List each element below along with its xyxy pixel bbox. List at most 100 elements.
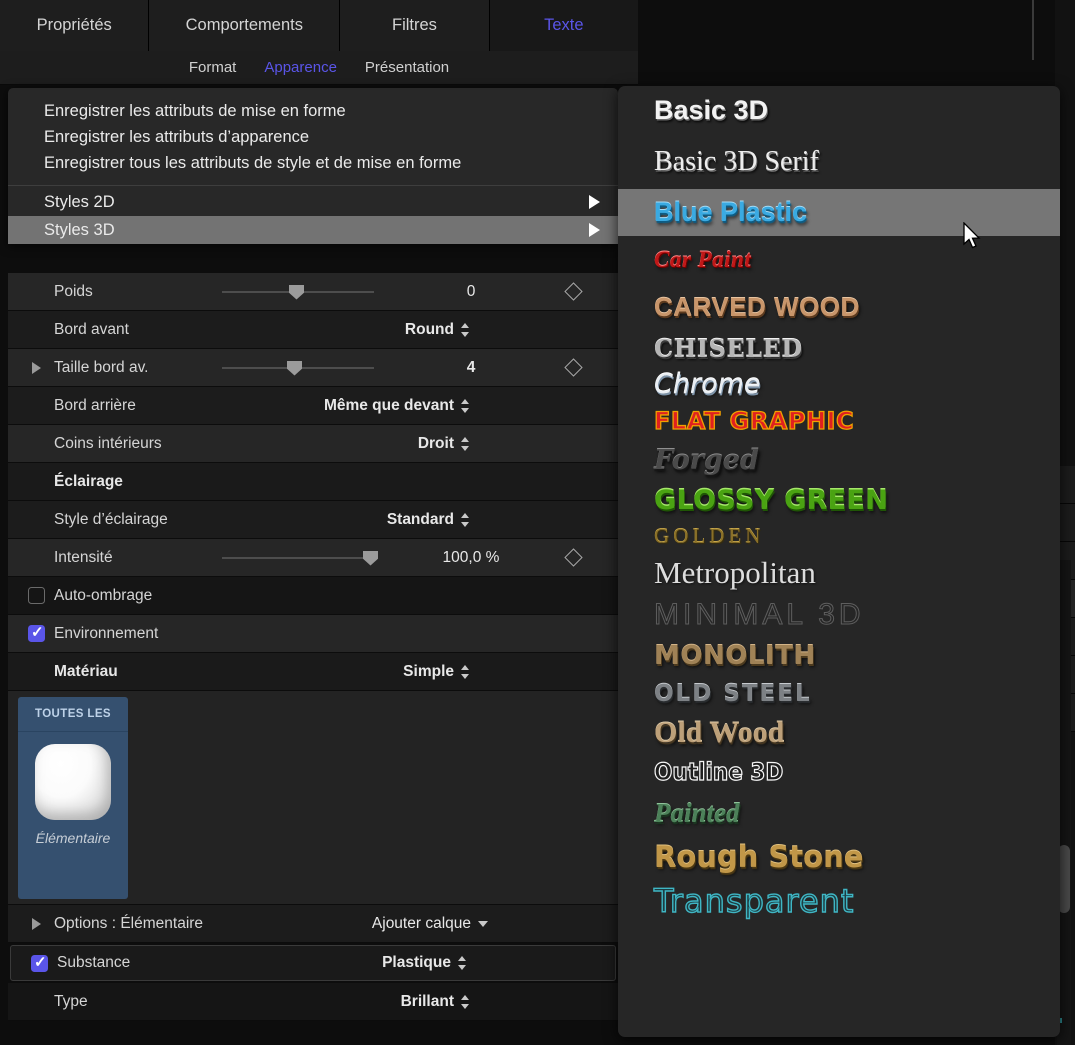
ajouter-calque-label: Ajouter calque	[371, 914, 471, 932]
row-auto-ombrage[interactable]: Auto-ombrage	[8, 577, 618, 615]
row-poids[interactable]: Poids 0	[8, 273, 618, 311]
style-list-item[interactable]: Basic 3D	[618, 86, 1060, 134]
style-list-item[interactable]: Rough Stone	[618, 837, 1060, 877]
style-list-item-label: MONOLITH	[654, 641, 816, 671]
style-list-item[interactable]: Outline 3D	[618, 754, 1060, 790]
row-taille-bord-avant-value[interactable]: 4	[406, 359, 536, 377]
intensite-slider-thumb[interactable]	[363, 550, 378, 566]
type-popup[interactable]: Brillant	[401, 993, 470, 1011]
menu-item-save-format-attributes[interactable]: Enregistrer les attributs de mise en for…	[8, 98, 618, 124]
style-list-item[interactable]: Car Paint	[618, 236, 1060, 284]
style-list-item[interactable]: Transparent	[618, 877, 1060, 925]
substance-popup[interactable]: Plastique	[382, 954, 467, 972]
row-intensite[interactable]: Intensité 100,0 %	[8, 539, 618, 577]
keyframe-diamond-icon[interactable]	[564, 548, 583, 567]
style-list-item[interactable]: CARVED WOOD	[618, 284, 1060, 330]
style-list-item-label: Basic 3D Serif	[654, 145, 819, 177]
keyframe-diamond-icon[interactable]	[564, 282, 583, 301]
menu-item-save-appearance-attributes[interactable]: Enregistrer les attributs d’apparence	[8, 124, 618, 150]
style-list-item-label: Forged	[654, 444, 759, 476]
row-poids-value[interactable]: 0	[406, 283, 536, 301]
row-bord-arriere-popup[interactable]: Même que devant	[324, 397, 470, 415]
ajouter-calque-popup[interactable]: Ajouter calque	[372, 915, 488, 933]
style-list-item[interactable]: Painted	[618, 790, 1060, 837]
subtab-presentation[interactable]: Présentation	[365, 59, 449, 76]
style-list-item-label: Basic 3D	[654, 94, 769, 125]
stepper-arrows-icon	[461, 994, 470, 1010]
auto-ombrage-checkbox[interactable]	[28, 587, 45, 604]
row-intensite-value[interactable]: 100,0 %	[406, 549, 536, 567]
materiau-popup[interactable]: Simple	[403, 663, 470, 681]
row-bord-avant[interactable]: Bord avant Round	[8, 311, 618, 349]
row-environnement[interactable]: Environnement	[8, 615, 618, 653]
style-list-item[interactable]: Chrome	[618, 367, 1060, 402]
style-list-item[interactable]: Forged	[618, 440, 1060, 480]
menu-item-styles-3d-label: Styles 3D	[44, 220, 115, 239]
taille-bord-slider[interactable]	[222, 360, 374, 376]
style-list-item[interactable]: FLAT GRAPHIC	[618, 402, 1060, 440]
intensite-slider[interactable]	[222, 550, 378, 566]
tab-proprietes[interactable]: Propriétés	[0, 0, 150, 51]
style-list-item-label: Outline 3D	[653, 757, 784, 786]
menu-separator	[8, 185, 618, 186]
environnement-checkbox[interactable]	[28, 623, 45, 642]
row-style-eclairage-label: Style d’éclairage	[54, 510, 168, 528]
menu-item-styles-2d[interactable]: Styles 2D	[8, 188, 618, 216]
row-substance[interactable]: Substance Plastique	[10, 945, 616, 981]
tab-comportements[interactable]: Comportements	[149, 0, 341, 51]
section-header-materiau[interactable]: Matériau Simple	[8, 653, 618, 691]
row-type[interactable]: Type Brillant	[8, 983, 618, 1021]
style-list-item[interactable]: MINIMAL 3D	[618, 594, 1060, 636]
row-auto-ombrage-label: Auto-ombrage	[54, 586, 153, 604]
row-coins-interieurs-label: Coins intérieurs	[54, 434, 162, 452]
disclosure-triangle-icon[interactable]	[32, 917, 41, 930]
material-category-column[interactable]: TOUTES LES Élémentaire	[18, 697, 128, 899]
tab-filtres[interactable]: Filtres	[340, 0, 490, 51]
style-list-item[interactable]: Basic 3D Serif	[618, 134, 1060, 189]
type-value: Brillant	[400, 992, 454, 1010]
material-category-header: TOUTES LES	[18, 697, 128, 732]
row-bord-arriere-value: Même que devant	[323, 396, 454, 414]
row-coins-interieurs-popup[interactable]: Droit	[418, 435, 470, 453]
stepper-arrows-icon	[461, 398, 470, 414]
poids-slider[interactable]	[222, 284, 374, 300]
tab-texte[interactable]: Texte	[489, 0, 638, 51]
styles-3d-submenu-list: Basic 3D Basic 3D Serif Blue Plastic Car Pa…	[618, 86, 1060, 1037]
style-list-item[interactable]: GOLDEN	[618, 520, 1060, 552]
main-tab-bar: Propriétés Comportements Filtres Texte	[0, 0, 638, 51]
style-list-item-label: Metropolitan	[654, 555, 816, 590]
row-taille-bord-avant-label: Taille bord av.	[54, 358, 149, 376]
style-list-item[interactable]: Blue Plastic	[618, 189, 1060, 236]
subtab-format[interactable]: Format	[189, 59, 237, 76]
stepper-arrows-icon	[458, 955, 467, 971]
menu-item-save-all-attributes[interactable]: Enregistrer tous les attributs de style …	[8, 150, 618, 176]
material-swatch-elementaire[interactable]	[35, 744, 111, 820]
style-list-item[interactable]: OLD STEEL	[618, 676, 1060, 712]
substance-checkbox[interactable]	[31, 953, 48, 972]
style-list-item[interactable]: MONOLITH	[618, 636, 1060, 676]
row-taille-bord-avant[interactable]: Taille bord av. 4	[8, 349, 618, 387]
row-bord-arriere[interactable]: Bord arrière Même que devant	[8, 387, 618, 425]
row-coins-interieurs[interactable]: Coins intérieurs Droit	[8, 425, 618, 463]
disclosure-triangle-icon[interactable]	[32, 361, 41, 374]
row-bord-avant-popup[interactable]: Round	[405, 321, 470, 339]
substance-value: Plastique	[382, 954, 451, 971]
row-style-eclairage-popup[interactable]: Standard	[387, 511, 470, 529]
subtab-apparence[interactable]: Apparence	[264, 59, 337, 76]
keyframe-diamond-icon[interactable]	[564, 358, 583, 377]
style-list-item[interactable]: Metropolitan	[618, 552, 1060, 594]
style-list-item-label: Car Paint	[654, 247, 752, 272]
row-poids-label: Poids	[54, 282, 93, 300]
motion-text-appearance-inspector: 88 Propriétés Comportements Filtres Text…	[0, 0, 1075, 1045]
style-list-item[interactable]: GLOSSY GREEN	[618, 480, 1060, 520]
style-list-item[interactable]: CHISELED	[618, 330, 1060, 367]
taille-bord-slider-thumb[interactable]	[287, 360, 302, 376]
row-style-eclairage[interactable]: Style d’éclairage Standard	[8, 501, 618, 539]
stepper-arrows-icon	[461, 436, 470, 452]
style-list-item[interactable]: Old Wood	[618, 712, 1060, 754]
poids-slider-thumb[interactable]	[289, 284, 304, 300]
style-list-item-label: Painted	[654, 798, 740, 828]
menu-item-styles-3d[interactable]: Styles 3D	[8, 216, 618, 244]
row-options-elementaire[interactable]: Options : Élémentaire Ajouter calque	[8, 905, 618, 943]
row-bord-avant-value: Round	[404, 320, 454, 338]
